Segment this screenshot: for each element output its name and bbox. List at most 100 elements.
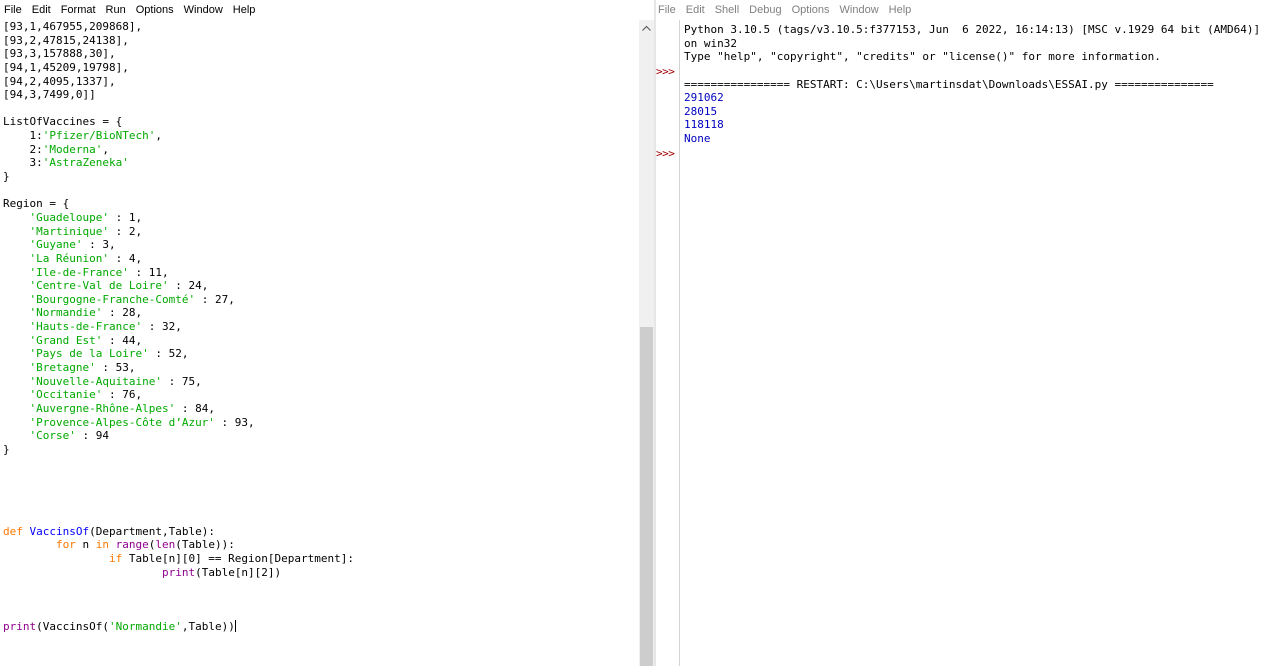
shell-menu-file[interactable]: File [658,4,676,16]
editor-menu-help[interactable]: Help [233,4,256,16]
code-text: : 53, [95,361,136,375]
code-string: 'Provence-Alpes-Côte d’Azur' [29,415,215,429]
code-line: 'Guadeloupe' : 1, [3,211,639,225]
code-line: 'Nouvelle-Aquitaine' : 75, [3,375,639,389]
editor-menu-file[interactable]: File [4,4,22,16]
code-text: (Department,Table): [89,524,215,538]
code-string: 'Martinique' [29,224,109,238]
code-line: 'Bourgogne-Franche-Comté' : 27, [3,293,639,307]
code-line: print(Table[n][2]) [3,566,639,580]
shell-menu-help[interactable]: Help [889,4,912,16]
code-string: 'Guyane' [29,238,83,252]
code-string: 'Bourgogne-Franche-Comté' [29,292,196,306]
code-text: : 3, [82,238,116,252]
code-text: Region = { [3,197,70,211]
shell-menu-options[interactable]: Options [792,4,830,16]
code-text: (VaccinsOf( [36,620,109,634]
code-line: 'Occitanie' : 76, [3,388,639,402]
code-string: 'Normandie' [108,620,182,634]
shell-program-output: 291062 [684,91,724,105]
code-string: 'Auvergne-Rhône-Alpes' [29,401,176,415]
code-string: 'La Réunion' [29,251,109,265]
code-line: [94,2,4095,1337], [3,75,639,89]
code-keyword: if [108,551,123,565]
code-text: Table[n][0] == Region[Department]: [122,551,355,565]
editor-menu-edit[interactable]: Edit [32,4,51,16]
code-line: 'Ile-de-France' : 11, [3,266,639,280]
code-line: for n in range(len(Table)): [3,538,639,552]
code-text: 3: [3,156,43,170]
code-keyword: in [95,538,109,552]
code-builtin: print [161,565,196,579]
code-line: [93,3,157888,30], [3,47,639,61]
code-text: : 2, [108,224,143,238]
code-string: 'AstraZeneka' [42,156,129,170]
chevron-up-icon[interactable] [639,20,654,36]
code-line: [93,2,47815,24138], [3,34,639,48]
editor-menu-options[interactable]: Options [136,4,174,16]
editor-menu-window[interactable]: Window [184,4,223,16]
shell-menu-debug[interactable]: Debug [749,4,781,16]
code-text: [93,3,157888,30], [3,47,116,61]
code-line: [93,1,467955,209868], [3,20,639,34]
code-text: : 84, [175,401,215,415]
code-text: n [75,538,96,552]
code-text: (Table)): [175,538,235,552]
code-line: 'Auvergne-Rhône-Alpes' : 84, [3,402,639,416]
code-text: : 32, [142,320,182,334]
shell-menu-edit[interactable]: Edit [686,4,705,16]
code-line: print(VaccinsOf('Normandie',Table)) [3,620,639,634]
code-string: 'Grand Est' [29,333,103,347]
shell-scrollbar[interactable] [1274,20,1280,666]
editor-menu-run[interactable]: Run [106,4,126,16]
code-line: 'La Réunion' : 4, [3,252,639,266]
shell-menu-shell[interactable]: Shell [715,4,739,16]
code-text: 1: [3,129,43,143]
code-line: 'Martinique' : 2, [3,225,639,239]
code-string: 'Occitanie' [29,388,103,402]
code-text: (Table[n][2]) [195,565,282,579]
code-line: } [3,443,639,457]
code-string: 'Nouvelle-Aquitaine' [29,374,162,388]
code-line: 'Pays de la Loire' : 52, [3,347,639,361]
shell-output[interactable]: Python 3.10.5 (tags/v3.10.5:f377153, Jun… [684,23,1280,146]
code-line: 'Hauts-de-France' : 32, [3,320,639,334]
code-builtin: range [115,538,149,552]
shell-line: ================ RESTART: C:\Users\marti… [684,77,1214,91]
code-text: [93,1,467955,209868], [3,20,143,33]
code-line: 1:'Pfizer/BioNTech', [3,129,639,143]
code-line: 'Grand Est' : 44, [3,334,639,348]
code-text: : 4, [108,251,143,265]
shell-program-output: 28015 [684,104,718,118]
code-text: } [3,170,10,184]
code-text: : 11, [128,265,169,279]
code-text: : 93, [214,415,255,429]
code-text: : 94 [75,429,109,443]
shell-menu-window[interactable]: Window [840,4,879,16]
editor-scrollbar[interactable] [639,20,654,666]
code-text: , [102,142,109,156]
code-line: Region = { [3,197,639,211]
code-builtin: print [3,620,37,634]
code-keyword: for [55,538,76,552]
shell-prompt: >>> [656,65,675,78]
editor-scrollbar-thumb[interactable] [640,327,653,666]
code-editor[interactable]: [93,1,467955,209868], [93,2,47815,24138],… [3,20,639,666]
editor-menu-format[interactable]: Format [61,4,96,16]
shell-program-output: 118118 [684,118,724,132]
editor-menubar: File Edit Format Run Options Window Help [0,0,654,20]
code-line: 'Normandie' : 28, [3,306,639,320]
code-builtin: len [155,538,176,552]
